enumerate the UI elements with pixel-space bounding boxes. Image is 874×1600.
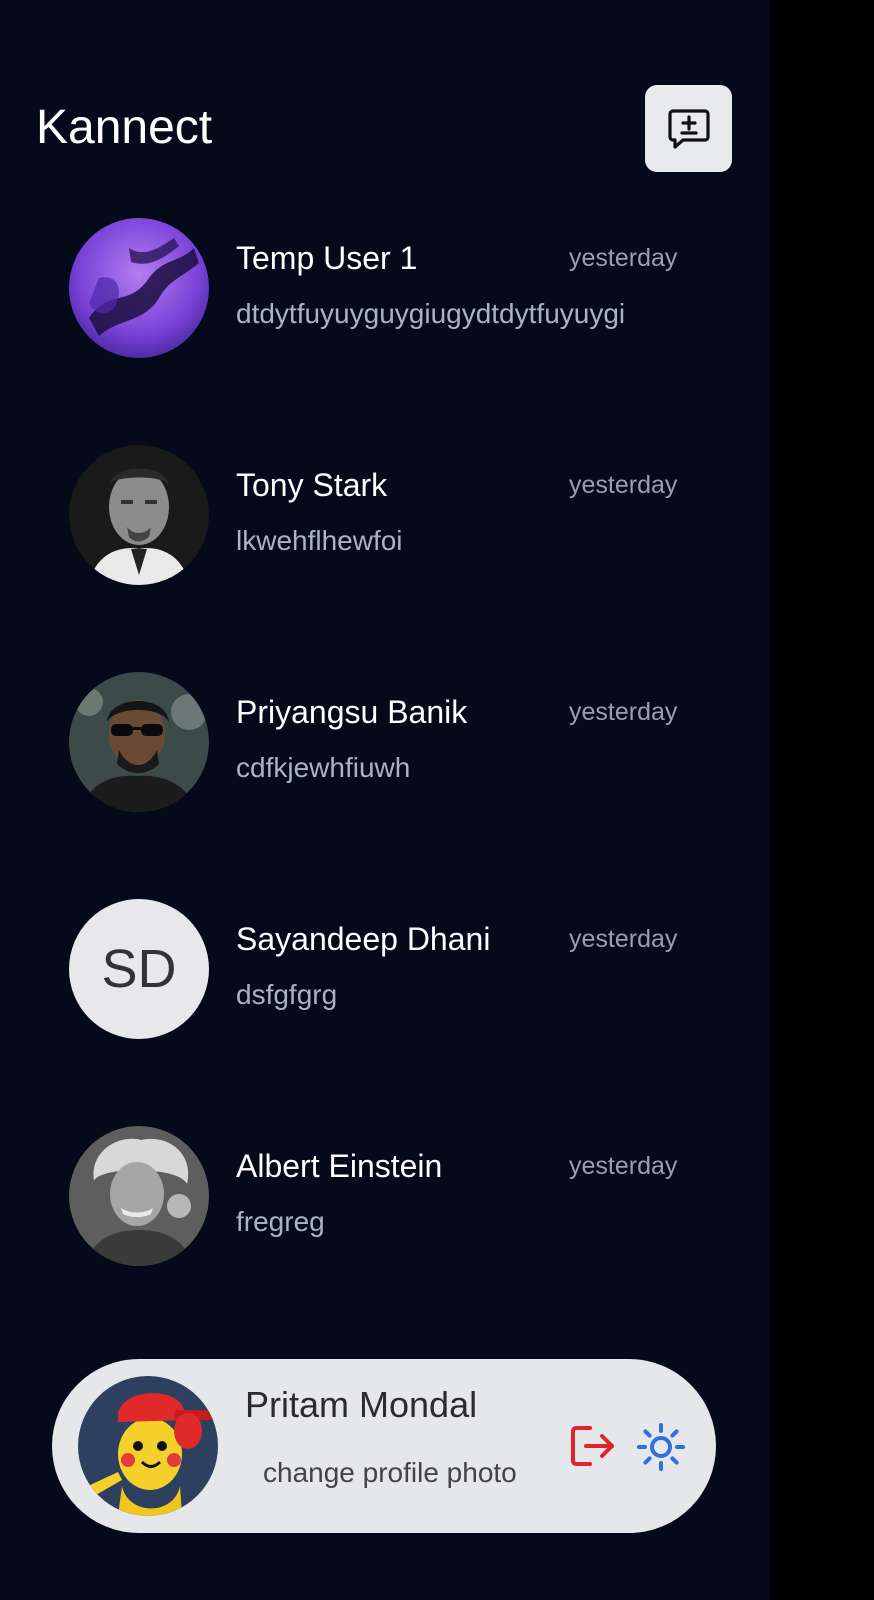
chat-time: yesterday	[569, 925, 678, 953]
profile-bar: Pritam Mondal change profile photo	[52, 1359, 716, 1533]
avatar	[69, 1126, 209, 1266]
chat-time: yesterday	[569, 1152, 678, 1180]
initials-avatar: SD	[69, 899, 209, 1039]
chat-app-screen: Kannect Temp User 1 yesterday dtdytfuyuy…	[0, 0, 770, 1600]
new-chat-button[interactable]	[645, 85, 732, 172]
chat-preview: cdfkjewhfiuwh	[236, 752, 411, 783]
profile-avatar[interactable]	[78, 1376, 218, 1516]
new-chat-icon	[667, 108, 710, 149]
person-photo	[69, 672, 209, 812]
change-profile-photo-button[interactable]: change profile photo	[263, 1457, 517, 1489]
chat-list-item[interactable]: Temp User 1 yesterday dtdytfuyuyguygiugy…	[60, 218, 700, 378]
chat-preview: fregreg	[236, 1206, 325, 1237]
chat-name: Tony Stark	[236, 467, 388, 503]
chat-time: yesterday	[569, 244, 678, 272]
chat-name: Sayandeep Dhani	[236, 921, 491, 957]
logout-button[interactable]	[568, 1422, 618, 1470]
pikachu-avatar-image	[78, 1376, 218, 1516]
sun-icon	[637, 1423, 685, 1471]
avatar	[69, 672, 209, 812]
abstract-avatar-image	[69, 218, 209, 358]
chat-time: yesterday	[569, 471, 678, 499]
theme-toggle-button[interactable]	[636, 1422, 686, 1472]
chat-list-item[interactable]: SD Sayandeep Dhani yesterday dsfgfgrg	[60, 899, 700, 1059]
avatar	[69, 445, 209, 585]
avatar	[69, 218, 209, 358]
chat-preview: dtdytfuyuyguygiugydtdytfuyuygi	[236, 298, 626, 329]
profile-name: Pritam Mondal	[245, 1384, 478, 1425]
chat-preview: lkwehflhewfoi	[236, 525, 403, 556]
chat-time: yesterday	[569, 698, 678, 726]
chat-name: Albert Einstein	[236, 1148, 443, 1184]
chat-name: Temp User 1	[236, 240, 418, 276]
chat-preview: dsfgfgrg	[236, 979, 338, 1010]
app-title: Kannect	[36, 101, 213, 154]
person-photo	[69, 1126, 209, 1266]
logout-icon	[571, 1426, 614, 1466]
chat-name: Priyangsu Banik	[236, 694, 468, 730]
chat-list-item[interactable]: Albert Einstein yesterday fregreg	[60, 1126, 700, 1286]
chat-list-item[interactable]: Priyangsu Banik yesterday cdfkjewhfiuwh	[60, 672, 700, 832]
person-photo	[69, 445, 209, 585]
chat-list-item[interactable]: Tony Stark yesterday lkwehflhewfoi	[60, 445, 700, 605]
